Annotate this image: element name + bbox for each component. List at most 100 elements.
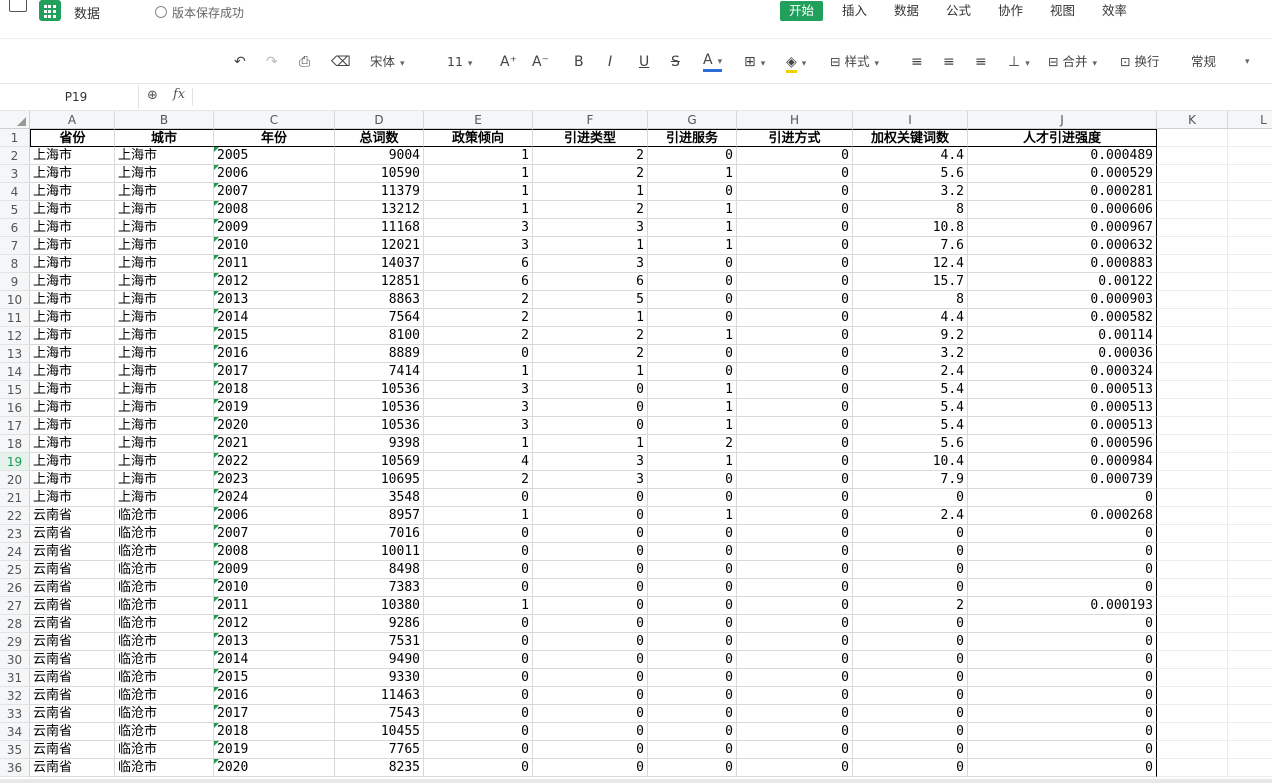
- table-cell[interactable]: 0.000903: [968, 291, 1157, 309]
- row-header[interactable]: 30: [0, 651, 30, 669]
- number-format-select[interactable]: 常规: [1191, 53, 1216, 71]
- table-cell[interactable]: 2: [533, 327, 648, 345]
- empty-cell[interactable]: [1157, 399, 1228, 417]
- table-cell[interactable]: 0.000883: [968, 255, 1157, 273]
- row-header[interactable]: 29: [0, 633, 30, 651]
- empty-cell[interactable]: [1228, 129, 1272, 147]
- table-cell[interactable]: 1: [533, 363, 648, 381]
- table-cell[interactable]: 云南省: [30, 561, 115, 579]
- table-cell[interactable]: 云南省: [30, 759, 115, 777]
- table-cell[interactable]: 3: [533, 255, 648, 273]
- table-cell[interactable]: 云南省: [30, 507, 115, 525]
- empty-cell[interactable]: [1228, 435, 1272, 453]
- table-cell[interactable]: 0: [533, 381, 648, 399]
- table-cell[interactable]: 2019: [214, 399, 335, 417]
- table-cell[interactable]: 2018: [214, 381, 335, 399]
- table-cell[interactable]: 0: [737, 741, 853, 759]
- menu-efficiency[interactable]: 效率: [1093, 1, 1136, 21]
- table-cell[interactable]: 上海市: [115, 255, 214, 273]
- row-header[interactable]: 31: [0, 669, 30, 687]
- table-cell[interactable]: 2: [424, 327, 533, 345]
- zoom-search-icon[interactable]: ⊕: [147, 88, 158, 103]
- table-cell[interactable]: 临沧市: [115, 651, 214, 669]
- row-header[interactable]: 5: [0, 201, 30, 219]
- table-cell[interactable]: 1: [648, 507, 737, 525]
- empty-cell[interactable]: [1157, 471, 1228, 489]
- table-cell[interactable]: 0.000967: [968, 219, 1157, 237]
- table-cell[interactable]: 0: [968, 633, 1157, 651]
- table-cell[interactable]: 1: [533, 237, 648, 255]
- table-cell[interactable]: 0.000606: [968, 201, 1157, 219]
- table-cell[interactable]: 0: [968, 489, 1157, 507]
- table-cell[interactable]: 0: [533, 597, 648, 615]
- empty-cell[interactable]: [1157, 651, 1228, 669]
- table-cell[interactable]: 2013: [214, 633, 335, 651]
- table-cell[interactable]: 0: [737, 435, 853, 453]
- table-cell[interactable]: 1: [648, 417, 737, 435]
- table-cell[interactable]: 上海市: [115, 435, 214, 453]
- table-cell[interactable]: 7.9: [853, 471, 968, 489]
- table-cell[interactable]: 0: [968, 741, 1157, 759]
- table-cell[interactable]: 0: [648, 255, 737, 273]
- header-cell[interactable]: 加权关键词数: [853, 129, 968, 147]
- table-cell[interactable]: 3: [424, 381, 533, 399]
- table-cell[interactable]: 上海市: [115, 489, 214, 507]
- table-cell[interactable]: 上海市: [115, 399, 214, 417]
- table-cell[interactable]: 0: [737, 273, 853, 291]
- row-header[interactable]: 4: [0, 183, 30, 201]
- empty-cell[interactable]: [1228, 453, 1272, 471]
- table-cell[interactable]: 0: [533, 615, 648, 633]
- table-cell[interactable]: 上海市: [30, 417, 115, 435]
- underline-button[interactable]: U: [639, 53, 649, 71]
- table-cell[interactable]: 0: [648, 705, 737, 723]
- table-cell[interactable]: 8100: [335, 327, 424, 345]
- table-cell[interactable]: 2: [533, 201, 648, 219]
- table-cell[interactable]: 上海市: [115, 417, 214, 435]
- empty-cell[interactable]: [1228, 723, 1272, 741]
- empty-cell[interactable]: [1228, 759, 1272, 777]
- row-header[interactable]: 14: [0, 363, 30, 381]
- table-cell[interactable]: 上海市: [115, 237, 214, 255]
- table-cell[interactable]: 上海市: [115, 363, 214, 381]
- menu-data[interactable]: 数据: [885, 1, 928, 21]
- table-cell[interactable]: 0: [853, 723, 968, 741]
- table-cell[interactable]: 1: [648, 201, 737, 219]
- table-cell[interactable]: 0: [853, 705, 968, 723]
- table-cell[interactable]: 0: [968, 525, 1157, 543]
- table-cell[interactable]: 2016: [214, 345, 335, 363]
- empty-cell[interactable]: [1228, 615, 1272, 633]
- table-cell[interactable]: 2006: [214, 507, 335, 525]
- empty-cell[interactable]: [1157, 183, 1228, 201]
- table-cell[interactable]: 0: [648, 147, 737, 165]
- table-cell[interactable]: 5: [533, 291, 648, 309]
- table-cell[interactable]: 8235: [335, 759, 424, 777]
- table-cell[interactable]: 云南省: [30, 741, 115, 759]
- empty-cell[interactable]: [1157, 507, 1228, 525]
- align-left-icon[interactable]: ≡: [911, 53, 923, 71]
- column-header-k[interactable]: K: [1157, 111, 1228, 129]
- table-cell[interactable]: 3: [533, 471, 648, 489]
- table-cell[interactable]: 6: [424, 255, 533, 273]
- table-cell[interactable]: 5.4: [853, 417, 968, 435]
- empty-cell[interactable]: [1157, 363, 1228, 381]
- table-cell[interactable]: 0: [648, 615, 737, 633]
- table-cell[interactable]: 0: [968, 687, 1157, 705]
- table-cell[interactable]: 2017: [214, 363, 335, 381]
- table-cell[interactable]: 0: [737, 579, 853, 597]
- table-cell[interactable]: 0: [648, 309, 737, 327]
- column-header-g[interactable]: G: [648, 111, 737, 129]
- table-cell[interactable]: 12021: [335, 237, 424, 255]
- table-cell[interactable]: 上海市: [30, 183, 115, 201]
- table-cell[interactable]: 0: [853, 687, 968, 705]
- table-cell[interactable]: 2005: [214, 147, 335, 165]
- empty-cell[interactable]: [1157, 165, 1228, 183]
- table-cell[interactable]: 0: [737, 183, 853, 201]
- menu-collaborate[interactable]: 协作: [989, 1, 1032, 21]
- table-cell[interactable]: 云南省: [30, 723, 115, 741]
- table-cell[interactable]: 0: [968, 705, 1157, 723]
- empty-cell[interactable]: [1228, 165, 1272, 183]
- table-cell[interactable]: 上海市: [30, 489, 115, 507]
- empty-cell[interactable]: [1228, 561, 1272, 579]
- table-cell[interactable]: 0.00122: [968, 273, 1157, 291]
- table-cell[interactable]: 临沧市: [115, 759, 214, 777]
